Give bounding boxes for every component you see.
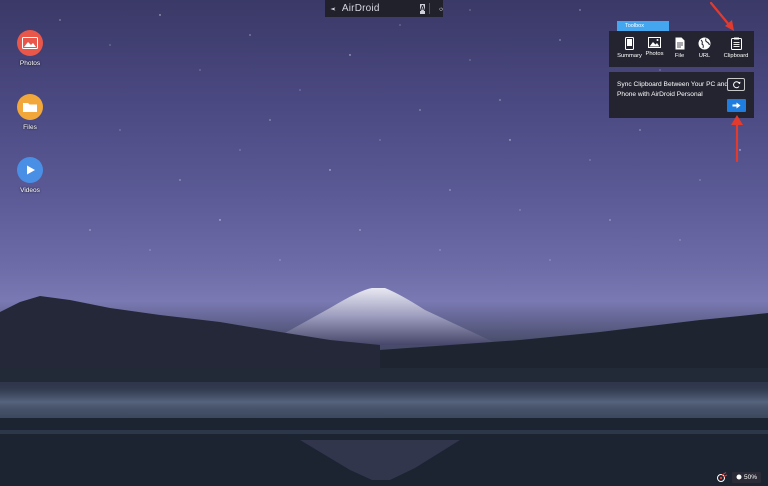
toolbox-item-label: Summary bbox=[617, 53, 642, 59]
satellite-icon[interactable] bbox=[716, 471, 728, 483]
battery-icon bbox=[736, 474, 742, 480]
status-tray: 50% bbox=[716, 471, 762, 483]
refresh-icon bbox=[732, 80, 740, 88]
battery-indicator: 50% bbox=[732, 471, 762, 483]
desktop-icon-photos[interactable]: Photos bbox=[12, 30, 48, 67]
annotation-arrow-send bbox=[731, 115, 743, 163]
desktop-icon-label: Files bbox=[23, 124, 37, 131]
toolbox-tab[interactable]: Toolbox bbox=[617, 21, 669, 31]
toolbox-item-label: File bbox=[674, 53, 685, 59]
toolbox-photos[interactable]: Photos bbox=[642, 37, 667, 57]
brand-name: AirDroid bbox=[341, 3, 380, 14]
paper-plane-icon bbox=[330, 6, 336, 11]
refresh-button[interactable] bbox=[727, 78, 745, 91]
clipboard-panel: Sync Clipboard Between Your PC and Phone… bbox=[609, 72, 754, 118]
account-button[interactable]: A bbox=[419, 3, 426, 14]
toolbox-item-label: Photos bbox=[645, 51, 664, 57]
toolbox-url[interactable]: URL bbox=[692, 37, 717, 59]
desktop-icon-files[interactable]: Files bbox=[12, 94, 48, 131]
send-clipboard-button[interactable] bbox=[727, 99, 746, 112]
toolbox-file[interactable]: File bbox=[667, 37, 692, 59]
photos-icon bbox=[17, 30, 43, 56]
clipboard-message: Sync Clipboard Between Your PC and Phone… bbox=[617, 81, 729, 98]
desktop-icon-label: Videos bbox=[20, 187, 40, 194]
file-icon bbox=[675, 37, 684, 50]
clipboard-icon bbox=[730, 37, 742, 50]
toolbox-summary[interactable]: Summary bbox=[617, 37, 642, 59]
airdroid-top-bar: AirDroid A bbox=[325, 0, 443, 17]
battery-level: 50% bbox=[744, 473, 758, 481]
power-icon[interactable] bbox=[439, 4, 443, 14]
toolbox-item-label: URL bbox=[698, 53, 711, 59]
toolbox-panel: Summary Photos File URL Clipboard bbox=[609, 31, 754, 67]
play-icon bbox=[17, 157, 43, 183]
toolbox-item-label: Clipboard bbox=[723, 53, 749, 59]
phone-icon bbox=[625, 37, 634, 50]
globe-icon bbox=[698, 37, 711, 50]
annotation-arrow-clipboard bbox=[709, 1, 734, 31]
folder-icon bbox=[17, 94, 43, 120]
image-icon bbox=[648, 37, 661, 48]
arrow-right-icon bbox=[732, 102, 741, 109]
desktop-icon-label: Photos bbox=[19, 60, 41, 67]
toolbox-clipboard[interactable]: Clipboard bbox=[721, 37, 751, 59]
desktop-icon-videos[interactable]: Videos bbox=[12, 157, 48, 194]
